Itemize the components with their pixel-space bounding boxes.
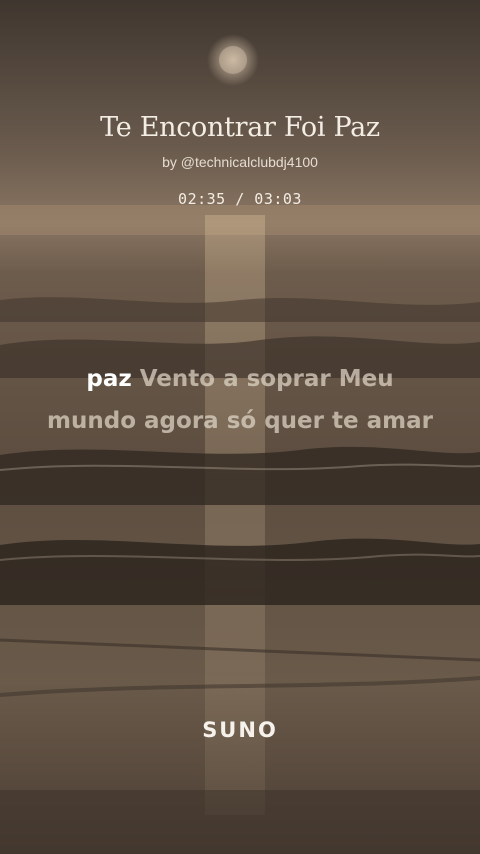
suno-logo: SUNO: [202, 718, 278, 742]
player-overlay: Te Encontrar Foi Paz by @technicalclubdj…: [0, 0, 480, 854]
lyrics-panel: paz Vento a soprar Meu mundo agora só qu…: [20, 358, 460, 442]
lyric-active-word: paz: [86, 366, 132, 392]
lyric-line-rest: Vento a soprar Meu: [139, 366, 394, 392]
song-title: Te Encontrar Foi Paz: [100, 112, 380, 143]
lyric-line-next: mundo agora só quer te amar: [47, 408, 433, 434]
artist-byline: by @technicalclubdj4100: [162, 154, 318, 170]
playback-time: 02:35 / 03:03: [178, 190, 302, 208]
lyric-line-current: paz Vento a soprar Meu: [20, 358, 460, 400]
